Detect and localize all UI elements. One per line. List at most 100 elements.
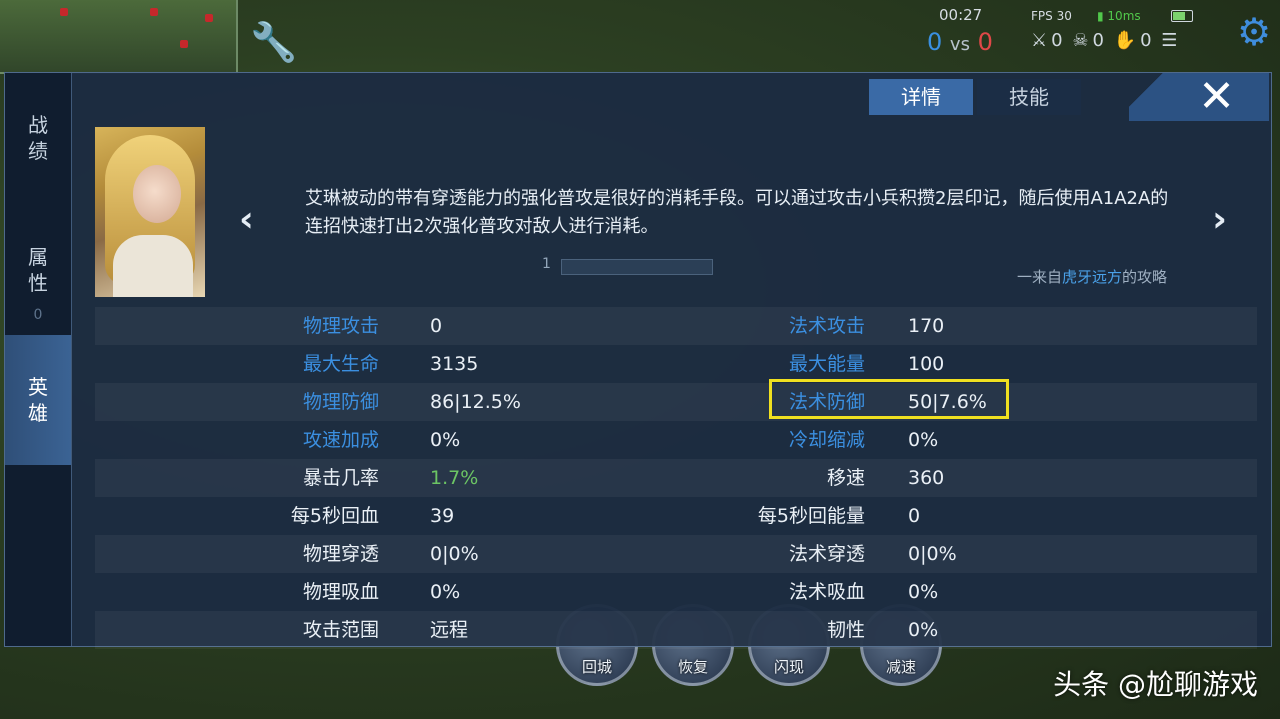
assists-count: 0 — [1140, 30, 1152, 51]
stat-value-tenacity: 0% — [908, 619, 939, 641]
tab-details[interactable]: 详情 — [869, 79, 973, 115]
enemy-tower-marker — [180, 40, 188, 48]
kills-count: 0 — [1051, 30, 1063, 51]
tip-page-number: 1 — [542, 256, 551, 272]
enemy-tower-marker — [60, 8, 68, 16]
stat-value-physical-attack: 0 — [430, 315, 443, 337]
fps-readout: FPS 30 — [1031, 9, 1072, 23]
stat-value-crit: 1.7% — [430, 467, 479, 489]
top-hud: 00:27 0 vs 0 FPS 30 ▮ 10ms ⚔ 0 ☠ 0 ✋ 0 ☰ ⚙ — [925, 4, 1280, 58]
credit-author-link[interactable]: 虎牙远方 — [1062, 268, 1122, 286]
chevron-right-icon[interactable]: › — [1212, 199, 1227, 240]
stats-row: 物理穿透 0|0% 法术穿透 0|0% — [95, 535, 1257, 573]
strategy-credit: 一来自虎牙远方的攻略 — [1017, 266, 1167, 287]
list-icon[interactable]: ☰ — [1161, 30, 1177, 51]
hero-details-panel: 战绩 属性 0 英雄 详情 技能 ✕ ‹ › 艾琳被动的带有穿透能力的强化普攻是… — [4, 72, 1272, 649]
enemy-tower-marker — [150, 8, 158, 16]
side-tab-bar: 战绩 属性 0 英雄 — [5, 73, 72, 646]
stat-label-move-speed: 移速 — [826, 467, 865, 489]
magic-defense-highlight-box — [769, 379, 1009, 419]
portrait-body — [113, 235, 193, 297]
stat-label-tenacity: 韧性 — [826, 619, 865, 641]
stat-value-magic-lifesteal: 0% — [908, 581, 939, 603]
ping-value: 10ms — [1107, 9, 1141, 23]
stat-value-physical-pen: 0|0% — [430, 543, 479, 565]
slow-label: 减速 — [885, 658, 916, 676]
recall-label: 回城 — [581, 658, 612, 676]
stat-value-max-energy: 100 — [908, 353, 945, 375]
strategy-tip-text: 艾琳被动的带有穿透能力的强化普攻是很好的消耗手段。可以通过攻击小兵积攒2层印记，… — [305, 188, 1169, 237]
vs-label: vs — [949, 34, 970, 55]
stats-row: 暴击几率 1.7% 移速 360 — [95, 459, 1257, 497]
tip-page-indicator: 1 — [542, 256, 713, 275]
stat-label-physical-pen: 物理穿透 — [302, 543, 379, 565]
stats-row: 每5秒回血 39 每5秒回能量 0 — [95, 497, 1257, 535]
close-icon: ✕ — [1198, 71, 1235, 122]
blue-score: 0 — [927, 28, 943, 56]
side-tab-attributes-label: 属性 — [28, 245, 48, 295]
team-score: 0 vs 0 — [927, 28, 993, 56]
stat-label-magic-attack: 法术攻击 — [788, 315, 865, 337]
stat-label-max-energy: 最大能量 — [788, 353, 865, 375]
stat-value-hp-regen: 39 — [430, 505, 455, 527]
skull-icon: ☠ — [1072, 30, 1089, 51]
stats-row: 物理攻击 0 法术攻击 170 — [95, 307, 1257, 345]
stat-label-crit: 暴击几率 — [302, 467, 379, 489]
stat-value-magic-attack: 170 — [908, 315, 945, 337]
side-tab-hero[interactable]: 英雄 — [5, 335, 71, 465]
stat-label-hp-regen: 每5秒回血 — [290, 505, 379, 527]
side-tab-hero-label: 英雄 — [28, 375, 48, 425]
stat-value-attack-range: 远程 — [430, 619, 469, 641]
stats-row: 攻速加成 0% 冷却缩减 0% — [95, 421, 1257, 459]
stat-value-attack-speed: 0% — [430, 429, 461, 451]
tab-skills[interactable]: 技能 — [977, 79, 1081, 115]
flash-label: 闪现 — [773, 658, 804, 676]
watermark: 头条 @尬聊游戏 — [1053, 668, 1258, 701]
stat-label-physical-defense: 物理防御 — [302, 391, 379, 413]
stat-value-magic-pen: 0|0% — [908, 543, 957, 565]
stat-value-move-speed: 360 — [908, 467, 945, 489]
stat-label-magic-lifesteal: 法术吸血 — [788, 581, 865, 603]
stat-value-physical-defense: 86|12.5% — [430, 391, 521, 413]
stat-value-cooldown: 0% — [908, 429, 939, 451]
credit-suffix: 的攻略 — [1121, 268, 1167, 286]
stats-row: 物理防御 86|12.5% 法术防御 50|7.6% — [95, 383, 1257, 421]
stats-row: 最大生命 3135 最大能量 100 — [95, 345, 1257, 383]
stat-value-physical-lifesteal: 0% — [430, 581, 461, 603]
deaths-count: 0 — [1092, 30, 1104, 51]
minimap[interactable] — [0, 0, 238, 74]
wrench-icon[interactable]: 🔧 — [250, 18, 298, 66]
stat-value-energy-regen: 0 — [908, 505, 921, 527]
detail-tabs: 详情 技能 — [869, 79, 1085, 115]
close-button[interactable]: ✕ — [1129, 73, 1269, 121]
portrait-face — [133, 165, 181, 223]
chevron-left-icon[interactable]: ‹ — [239, 199, 254, 240]
enemy-tower-marker — [205, 14, 213, 22]
stat-label-energy-regen: 每5秒回能量 — [757, 505, 865, 527]
stat-label-cooldown: 冷却缩减 — [788, 429, 865, 451]
stats-row: 物理吸血 0% 法术吸血 0% — [95, 573, 1257, 611]
match-timer: 00:27 — [939, 6, 983, 24]
hand-icon: ✋ — [1113, 30, 1137, 51]
heal-label: 恢复 — [677, 658, 708, 676]
stat-label-attack-speed: 攻速加成 — [302, 429, 379, 451]
hero-portrait — [95, 127, 205, 297]
gear-icon[interactable]: ⚙ — [1232, 10, 1276, 54]
stat-value-max-hp: 3135 — [430, 353, 479, 375]
stat-label-physical-lifesteal: 物理吸血 — [302, 581, 379, 603]
kda-readout: ⚔ 0 ☠ 0 ✋ 0 ☰ — [1031, 30, 1181, 51]
stat-label-max-hp: 最大生命 — [302, 353, 379, 375]
stat-label-physical-attack: 物理攻击 — [302, 315, 379, 337]
stat-label-magic-pen: 法术穿透 — [788, 543, 865, 565]
sword-icon: ⚔ — [1031, 30, 1048, 51]
stats-row: 攻击范围 远程 韧性 0% — [95, 611, 1257, 649]
battery-icon — [1171, 10, 1193, 22]
side-tab-record-label: 战绩 — [28, 113, 48, 163]
ping-readout: ▮ 10ms — [1097, 9, 1141, 23]
side-tab-counter: 0 — [33, 307, 43, 323]
stat-label-attack-range: 攻击范围 — [302, 619, 379, 641]
side-tab-record[interactable]: 战绩 — [5, 73, 71, 203]
red-score: 0 — [977, 28, 993, 56]
credit-prefix: 一来自 — [1016, 268, 1062, 286]
stats-table: 物理攻击 0 法术攻击 170 最大生命 3135 最大能量 100 物理防御 … — [95, 307, 1257, 649]
